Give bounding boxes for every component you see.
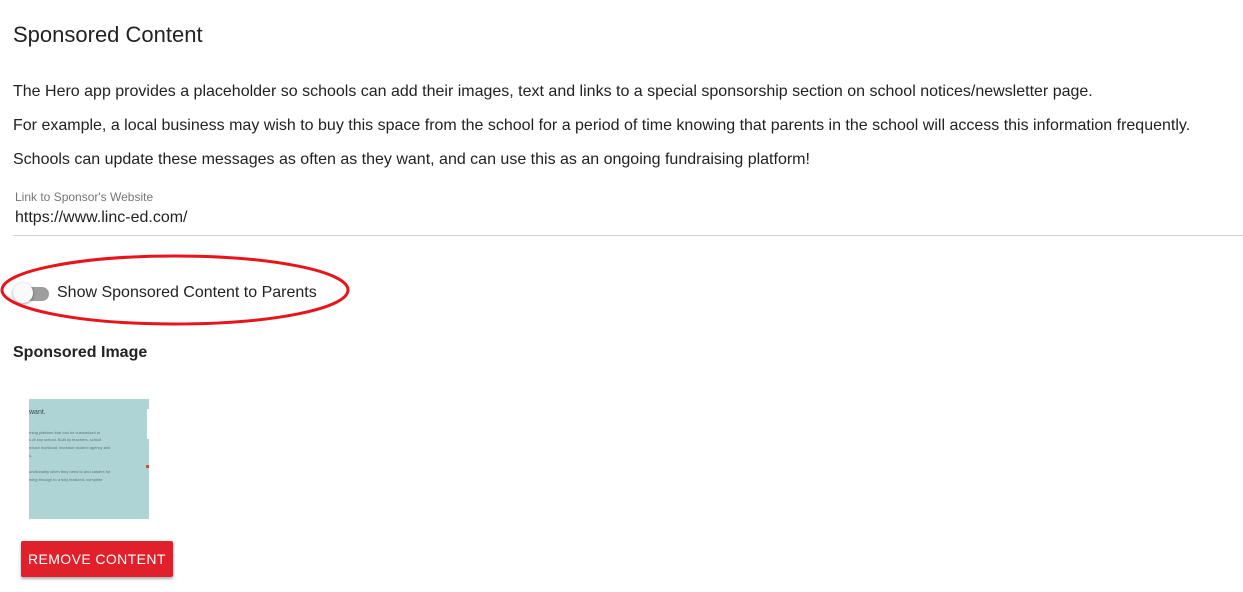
show-sponsored-content-toggle-row[interactable]: Show Sponsored Content to Parents (13, 282, 317, 304)
image-text-line: s of any school. Built by teachers, scho… (29, 437, 102, 442)
image-text-line: s. (29, 453, 33, 458)
image-text-heading: want. (29, 409, 46, 416)
sponsor-link-label: Link to Sponsor's Website (15, 190, 154, 204)
show-sponsored-content-label: Show Sponsored Content to Parents (57, 284, 317, 301)
intro-paragraph: Schools can update these messages as oft… (13, 151, 810, 168)
image-text-line: educe workload, increase student agency … (29, 445, 111, 450)
sponsored-image-heading: Sponsored Image (13, 344, 148, 361)
intro-paragraph: The Hero app provides a placeholder so s… (13, 83, 1093, 100)
switch-thumb (13, 283, 33, 303)
remove-content-button[interactable]: REMOVE CONTENT (21, 541, 173, 577)
image-edge-mark (147, 409, 149, 439)
page-title: Sponsored Content (13, 22, 203, 47)
image-accent-dot (146, 465, 149, 468)
intro-paragraph: For example, a local business may wish t… (13, 117, 1191, 134)
image-text-line: rning platform that can be customised to (29, 430, 101, 435)
sponsored-image-preview: want. rning platform that can be customi… (29, 399, 149, 519)
image-text-line: unctionality when they need to and caste… (29, 469, 111, 474)
image-text-line: ining through to a fully featured, compl… (29, 477, 103, 482)
sponsor-link-input[interactable] (15, 209, 1215, 227)
sponsor-link-field: Link to Sponsor's Website (13, 190, 1243, 236)
show-sponsored-content-switch[interactable] (13, 283, 49, 303)
